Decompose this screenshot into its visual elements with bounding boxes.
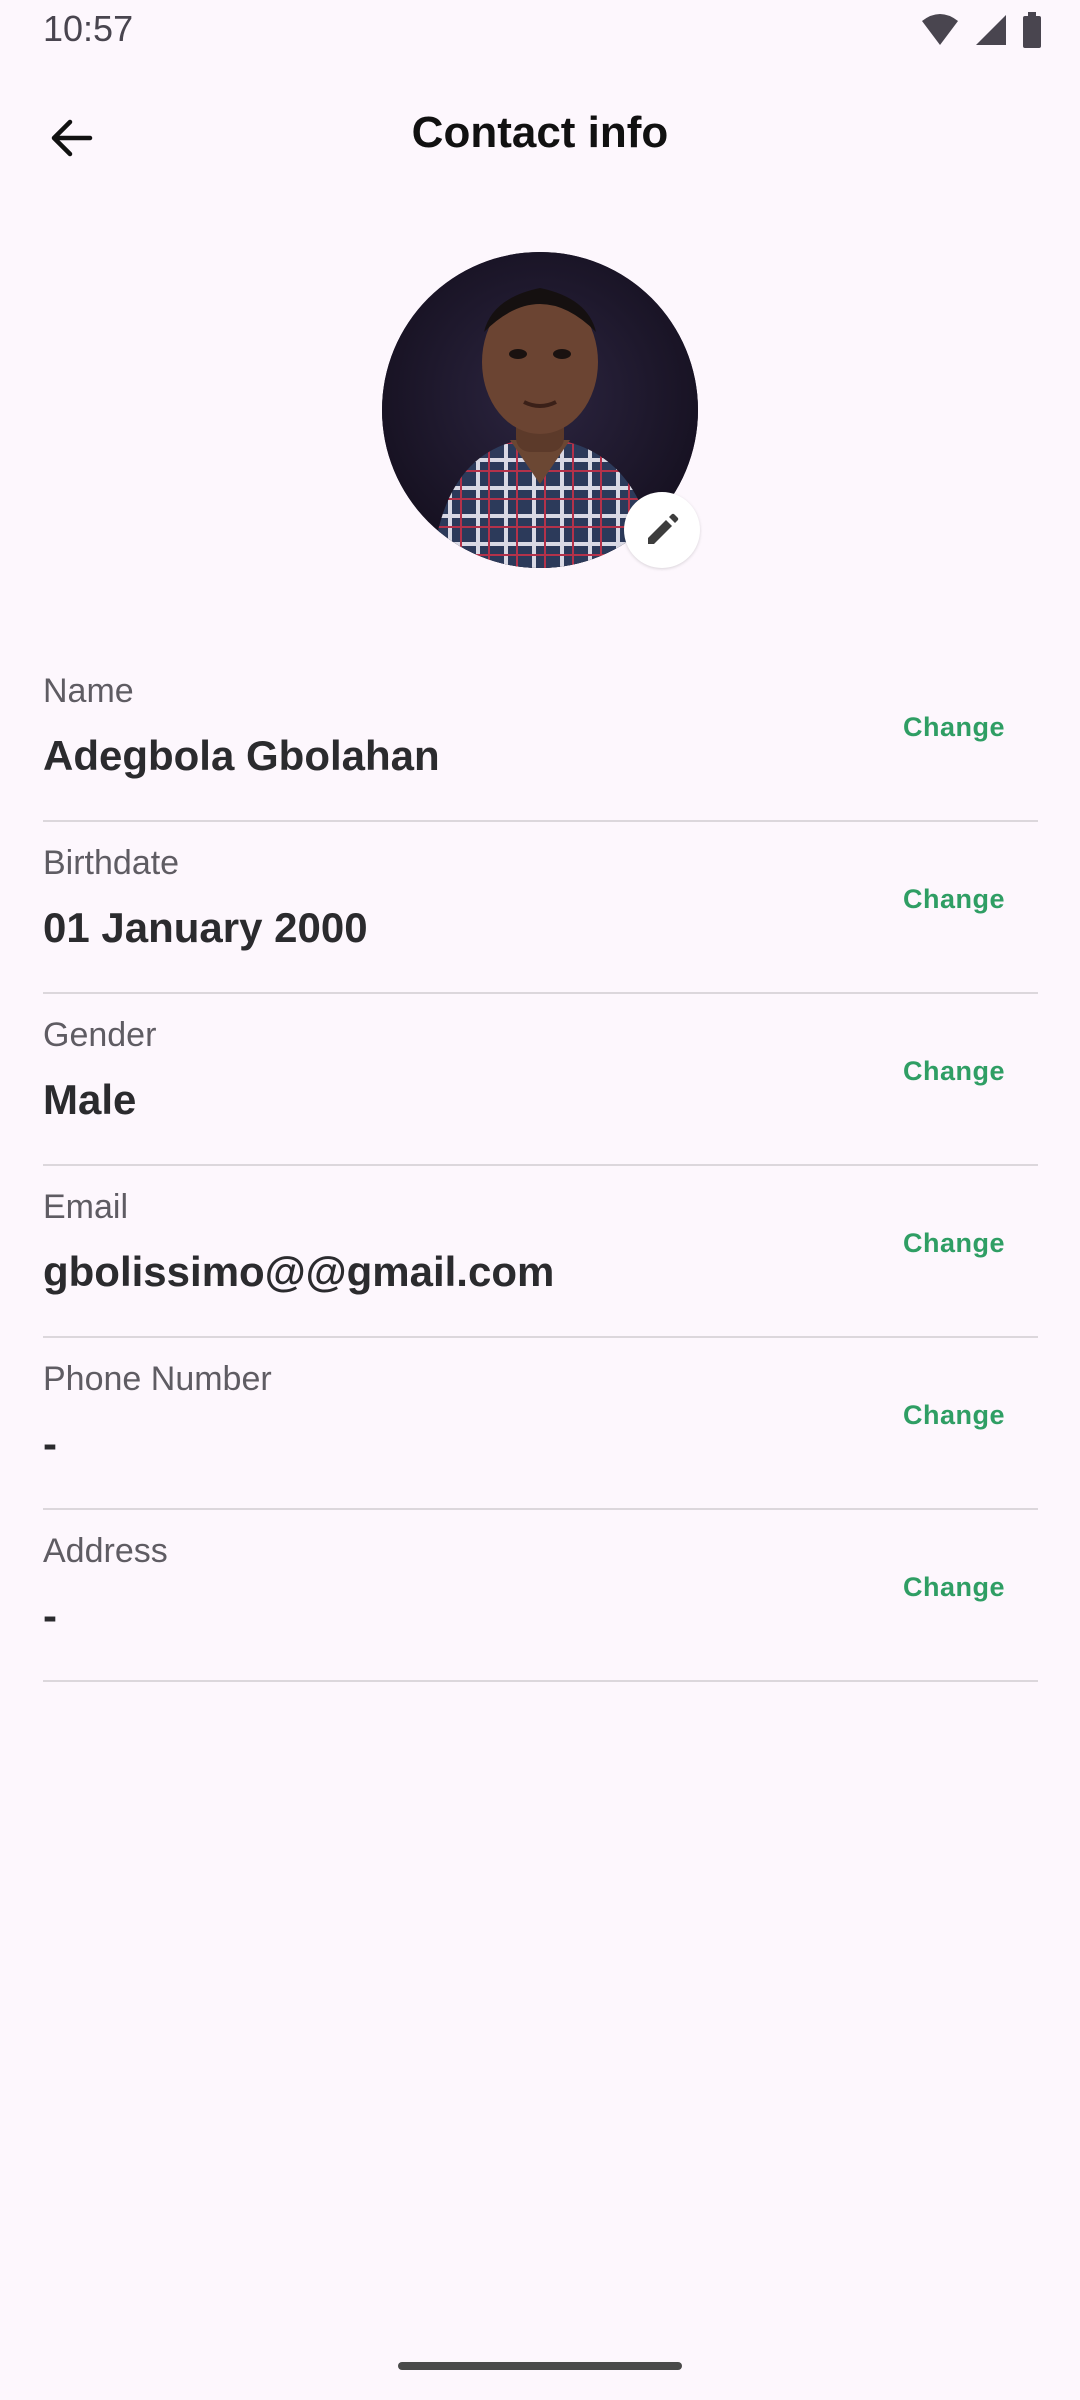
field-label: Name — [43, 672, 134, 710]
status-bar: 10:57 — [0, 0, 1080, 64]
battery-icon — [1023, 12, 1041, 48]
field-value: Male — [43, 1076, 137, 1123]
change-email-button[interactable]: Change — [903, 1228, 1005, 1259]
app-bar: Contact info — [0, 84, 1080, 188]
signal-icon — [976, 15, 1006, 45]
field-value: Adegbola Gbolahan — [43, 732, 440, 779]
edit-photo-button[interactable] — [624, 492, 700, 568]
field-row-phone-number: Phone Number - Change — [43, 1338, 1038, 1510]
change-gender-button[interactable]: Change — [903, 1056, 1005, 1087]
contact-fields-list: Name Adegbola Gbolahan Change Birthdate … — [43, 650, 1038, 1682]
field-row-address: Address - Change — [43, 1510, 1038, 1682]
field-value: gbolissimo@@gmail.com — [43, 1248, 555, 1295]
field-value: 01 January 2000 — [43, 904, 368, 951]
field-label: Phone Number — [43, 1360, 272, 1398]
change-name-button[interactable]: Change — [903, 712, 1005, 743]
wifi-icon — [922, 14, 958, 45]
field-row-name: Name Adegbola Gbolahan Change — [43, 650, 1038, 822]
profile-photo-section — [382, 252, 700, 568]
field-value: - — [43, 1592, 57, 1639]
field-row-email: Email gbolissimo@@gmail.com Change — [43, 1166, 1038, 1338]
field-label: Gender — [43, 1016, 157, 1054]
change-address-button[interactable]: Change — [903, 1572, 1005, 1603]
field-label: Address — [43, 1532, 168, 1570]
status-icons — [920, 12, 1042, 48]
change-birthdate-button[interactable]: Change — [903, 884, 1005, 915]
home-indicator[interactable] — [398, 2362, 682, 2370]
field-label: Birthdate — [43, 844, 180, 882]
field-value: - — [43, 1420, 57, 1467]
pencil-icon — [648, 513, 679, 544]
page-title: Contact info — [411, 108, 669, 157]
status-time: 10:57 — [43, 8, 134, 49]
change-phone-number-button[interactable]: Change — [903, 1400, 1005, 1431]
field-row-birthdate: Birthdate 01 January 2000 Change — [43, 822, 1038, 994]
field-row-gender: Gender Male Change — [43, 994, 1038, 1166]
field-label: Email — [43, 1188, 129, 1226]
